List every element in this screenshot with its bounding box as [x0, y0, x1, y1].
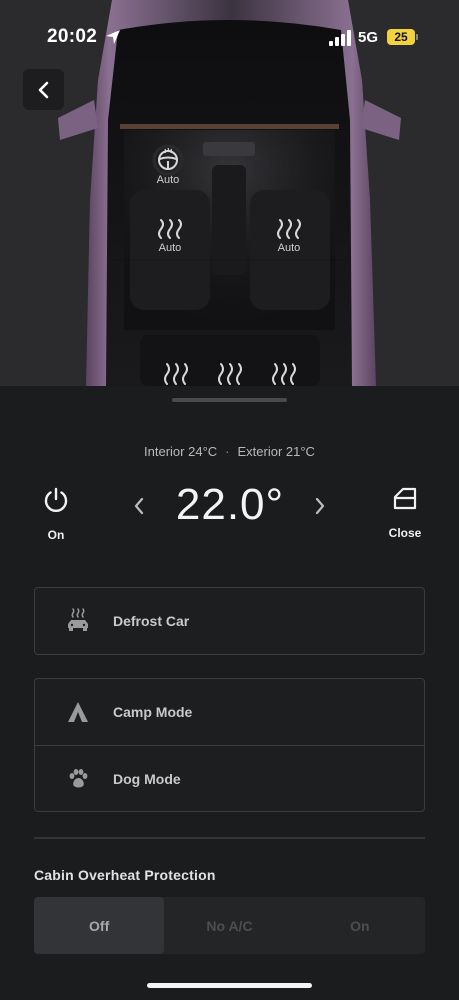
camp-mode-label: Camp Mode — [113, 704, 193, 720]
back-button[interactable] — [23, 69, 64, 110]
section-divider — [34, 837, 425, 839]
overheat-option-off[interactable]: Off — [34, 897, 165, 954]
status-time: 20:02 — [47, 26, 98, 47]
temp-increase-button[interactable] — [309, 492, 331, 520]
steering-wheel-heat[interactable]: Auto — [148, 148, 188, 186]
location-arrow-icon — [106, 30, 120, 44]
rear-center-seat-heat-icon[interactable] — [216, 362, 244, 386]
network-type: 5G — [358, 29, 379, 46]
front-left-heat-label: Auto — [158, 242, 182, 254]
signal-bars-icon — [329, 30, 351, 46]
battery-icon: 25 — [387, 29, 415, 45]
dog-mode-button[interactable]: Dog Mode — [35, 745, 424, 811]
status-bar: 20:02 5G 25 — [0, 0, 459, 72]
interior-temp: Interior 24°C — [144, 444, 218, 459]
paw-icon — [65, 766, 91, 792]
temp-separator: · — [225, 444, 230, 459]
climate-sheet: Interior 24°C · Exterior 21°C On 22.0° Clo… — [0, 386, 459, 1000]
defrost-card: Defrost Car — [34, 587, 425, 655]
home-indicator — [147, 983, 312, 988]
power-icon — [44, 487, 68, 513]
overheat-segmented-control: Off No A/C On — [34, 897, 425, 954]
overheat-option-no-ac[interactable]: No A/C — [164, 897, 294, 954]
temp-decrease-button[interactable] — [128, 492, 150, 520]
chevron-left-icon — [38, 81, 48, 98]
car-window-icon — [393, 487, 417, 510]
front-right-heat-label: Auto — [277, 242, 301, 254]
rear-right-seat-heat-icon[interactable] — [270, 362, 298, 386]
exterior-temp: Exterior 21°C — [237, 444, 315, 459]
overheat-option-on[interactable]: On — [295, 897, 425, 954]
tent-icon — [65, 699, 91, 725]
window-close-label: Close — [388, 526, 422, 540]
window-close-button[interactable]: Close — [383, 486, 427, 548]
seat-heat-icon — [277, 219, 301, 239]
camp-mode-button[interactable]: Camp Mode — [35, 679, 424, 745]
defrost-car-button[interactable]: Defrost Car — [35, 588, 424, 654]
defrost-car-icon — [65, 608, 91, 634]
battery-tip — [416, 34, 418, 40]
dog-mode-label: Dog Mode — [113, 770, 181, 787]
climate-power-button[interactable]: On — [34, 486, 78, 548]
power-label: On — [47, 528, 65, 542]
seat-heat-icon — [158, 219, 182, 239]
overheat-title: Cabin Overheat Protection — [34, 867, 216, 883]
steering-wheel-heat-icon — [158, 148, 178, 170]
sheet-grabber[interactable] — [172, 398, 287, 402]
temperature-setpoint: 22.0° — [175, 480, 285, 529]
defrost-car-label: Defrost Car — [113, 613, 190, 629]
front-left-seat-heat[interactable]: Auto — [150, 218, 190, 254]
temperature-readout: Interior 24°C · Exterior 21°C — [0, 444, 459, 459]
rear-left-seat-heat-icon[interactable] — [162, 362, 190, 386]
modes-card: Camp Mode Dog Mode — [34, 678, 425, 812]
front-right-seat-heat[interactable]: Auto — [269, 218, 309, 254]
steering-heat-label: Auto — [156, 174, 180, 186]
